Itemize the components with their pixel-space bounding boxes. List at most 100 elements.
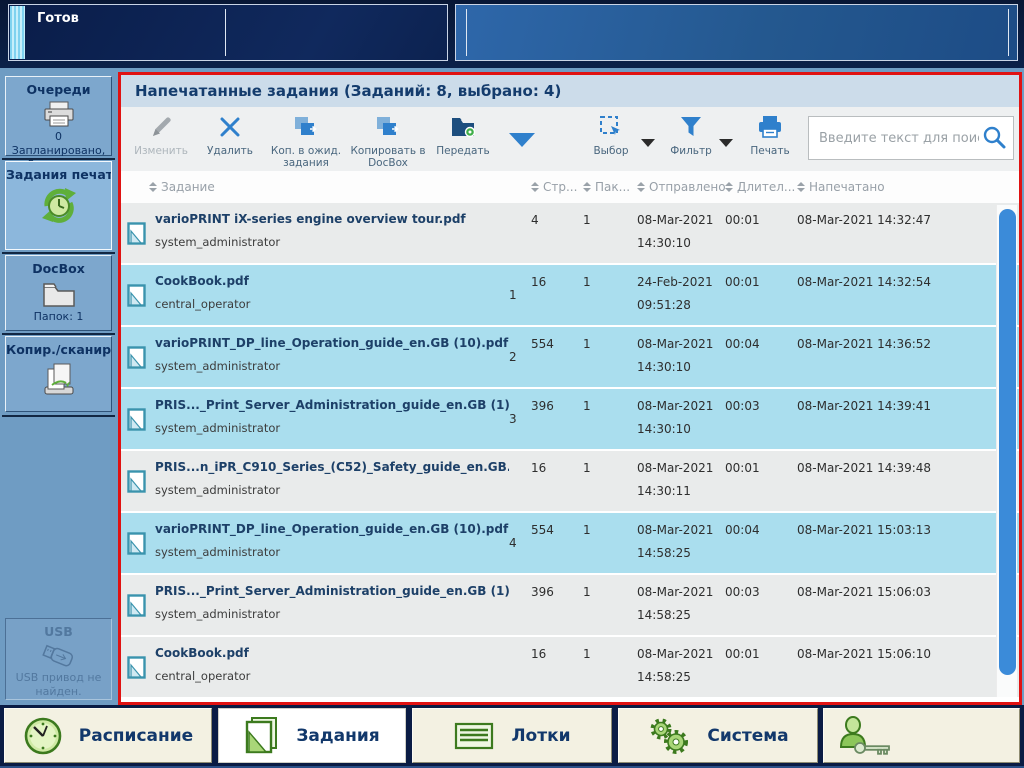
scrollbar-track[interactable] bbox=[996, 205, 1017, 697]
message-box bbox=[455, 4, 1018, 61]
sidebar-item-queues[interactable]: Очереди 0 Запланировано, 5 ожидает bbox=[5, 76, 112, 171]
job-printed: 08-Mar-2021 15:03:13 bbox=[797, 523, 932, 537]
sidebar-separator bbox=[2, 333, 115, 335]
job-selection-number: 2 bbox=[509, 350, 517, 364]
usb-drive-icon bbox=[41, 644, 73, 667]
tab-jobs[interactable]: Задания bbox=[218, 708, 406, 763]
job-row[interactable]: varioPRINT_DP_line_Operation_guide_en.GB… bbox=[121, 513, 1019, 575]
edit-button[interactable]: Изменить bbox=[131, 114, 191, 157]
job-owner: central_operator bbox=[155, 297, 251, 311]
sidebar-item-print-jobs[interactable]: Задания печати bbox=[5, 161, 112, 250]
job-pages: 554 bbox=[531, 337, 554, 351]
job-sent-time: 09:51:28 bbox=[637, 298, 691, 312]
job-name: varioPRINT iX-series engine overview tou… bbox=[155, 212, 466, 226]
search-icon[interactable] bbox=[981, 125, 1007, 151]
job-sets: 1 bbox=[583, 213, 591, 227]
document-icon bbox=[127, 469, 146, 493]
job-owner: system_administrator bbox=[155, 359, 281, 373]
sidebar-separator bbox=[2, 158, 115, 160]
message-box-divider-left bbox=[466, 9, 467, 56]
job-sent-time: 14:30:11 bbox=[637, 484, 691, 498]
filter-funnel-icon bbox=[680, 114, 702, 140]
docbox-folder-count: Папок: 1 bbox=[33, 310, 84, 323]
job-row[interactable]: varioPRINT iX-series engine overview tou… bbox=[121, 203, 1019, 265]
schedule-clock-icon bbox=[24, 717, 62, 754]
job-pages: 554 bbox=[531, 523, 554, 537]
job-owner: system_administrator bbox=[155, 483, 281, 497]
sort-icon bbox=[531, 182, 539, 192]
column-header-sets[interactable]: Пак... bbox=[583, 180, 637, 194]
job-sent-date: 08-Mar-2021 bbox=[637, 585, 714, 599]
print-jobs-label: Задания печати bbox=[6, 167, 111, 182]
tab-login[interactable] bbox=[823, 708, 1020, 763]
job-row[interactable]: CookBook.pdf central_operator 1 16 1 24-… bbox=[121, 265, 1019, 327]
sidebar-item-usb: USB USB привод не найден. bbox=[5, 618, 112, 700]
queues-label: Очереди bbox=[26, 82, 91, 97]
search-input[interactable] bbox=[809, 130, 981, 146]
message-box-divider-right bbox=[1008, 9, 1009, 56]
job-row[interactable]: PRIS...n_iPR_C910_Series_(C52)_Safety_gu… bbox=[121, 451, 1019, 513]
select-button[interactable]: Выбор bbox=[585, 114, 637, 157]
usb-status: USB привод не найден. bbox=[15, 671, 102, 698]
job-selection-number: 4 bbox=[509, 536, 517, 550]
job-row[interactable]: PRIS..._Print_Server_Administration_guid… bbox=[121, 575, 1019, 637]
job-sent-date: 08-Mar-2021 bbox=[637, 337, 714, 351]
job-pages: 16 bbox=[531, 461, 547, 475]
job-duration: 00:03 bbox=[725, 399, 760, 413]
print-button[interactable]: Печать bbox=[745, 114, 795, 157]
copy-scan-label: Копир./сканир. bbox=[6, 342, 111, 357]
job-owner: system_administrator bbox=[155, 545, 281, 559]
sort-icon bbox=[149, 182, 157, 192]
sidebar-item-docbox[interactable]: DocBox Папок: 1 bbox=[5, 255, 112, 331]
job-name: PRIS..._Print_Server_Administration_guid… bbox=[155, 398, 509, 412]
job-selection-number bbox=[509, 575, 531, 635]
job-pages: 16 bbox=[531, 275, 547, 289]
job-sets: 1 bbox=[583, 399, 591, 413]
bottom-tab-bar: Расписание Задания Лотки Система bbox=[0, 705, 1024, 768]
column-header-duration[interactable]: Длител... bbox=[725, 180, 797, 194]
job-sent-time: 14:58:25 bbox=[637, 608, 691, 622]
more-actions-expander-icon[interactable] bbox=[509, 133, 535, 147]
job-sent-date: 24-Feb-2021 bbox=[637, 275, 713, 289]
tab-jobs-label: Задания bbox=[296, 725, 380, 746]
printer-status-text: Готов bbox=[37, 11, 79, 26]
transfer-button[interactable]: Передать bbox=[433, 114, 493, 157]
job-owner: system_administrator bbox=[155, 421, 281, 435]
job-sent-date: 08-Mar-2021 bbox=[637, 399, 714, 413]
select-dropdown-icon[interactable] bbox=[641, 139, 655, 147]
copy-to-waiting-jobs-button[interactable]: Коп. в ожид. задания bbox=[267, 114, 345, 169]
sidebar-item-copy-scan[interactable]: Копир./сканир. bbox=[5, 336, 112, 412]
document-icon bbox=[127, 221, 146, 245]
job-printed: 08-Mar-2021 15:06:03 bbox=[797, 585, 932, 599]
copy-to-docbox-button[interactable]: Копировать в DocBox bbox=[345, 114, 431, 169]
print-jobs-history-icon bbox=[41, 188, 76, 223]
transfer-folder-icon bbox=[450, 114, 476, 140]
panel-title: Напечатанные задания (Заданий: 8, выбран… bbox=[121, 75, 1019, 107]
job-sent-time: 14:30:10 bbox=[637, 360, 691, 374]
copy-docbox-icon bbox=[375, 114, 401, 140]
job-row[interactable]: varioPRINT_DP_line_Operation_guide_en.GB… bbox=[121, 327, 1019, 389]
status-stripes-indicator bbox=[10, 6, 25, 59]
job-duration: 00:04 bbox=[725, 523, 760, 537]
job-duration: 00:01 bbox=[725, 213, 760, 227]
column-header-printed[interactable]: Напечатано bbox=[797, 180, 993, 194]
tab-trays[interactable]: Лотки bbox=[412, 708, 612, 763]
sort-icon bbox=[797, 182, 805, 192]
scrollbar-thumb[interactable] bbox=[999, 209, 1016, 675]
column-header-sent[interactable]: Отправлено bbox=[637, 180, 726, 194]
delete-button[interactable]: Удалить bbox=[201, 114, 259, 157]
tab-trays-label: Лотки bbox=[511, 725, 571, 746]
document-icon bbox=[127, 407, 146, 431]
printed-jobs-panel: Напечатанные задания (Заданий: 8, выбран… bbox=[118, 72, 1022, 705]
tab-system[interactable]: Система bbox=[618, 708, 818, 763]
tab-schedule[interactable]: Расписание bbox=[4, 708, 212, 763]
filter-dropdown-icon[interactable] bbox=[719, 139, 733, 147]
filter-button[interactable]: Фильтр bbox=[665, 114, 717, 157]
column-header-pages[interactable]: Стр... bbox=[531, 180, 583, 194]
job-row[interactable]: CookBook.pdf central_operator 16 1 08-Ma… bbox=[121, 637, 1019, 699]
column-header-job[interactable]: Задание bbox=[127, 180, 531, 194]
job-row[interactable]: PRIS..._Print_Server_Administration_guid… bbox=[121, 389, 1019, 451]
job-printed: 08-Mar-2021 14:36:52 bbox=[797, 337, 932, 351]
status-box: Готов bbox=[8, 4, 448, 61]
job-printed: 08-Mar-2021 14:32:47 bbox=[797, 213, 932, 227]
